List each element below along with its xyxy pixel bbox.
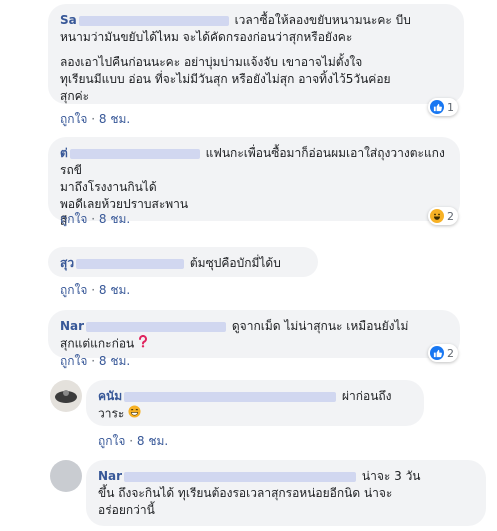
redacted-name xyxy=(78,15,229,26)
comment-line: สุกแต่แกะก่อน xyxy=(60,334,448,353)
comment-text: น่าจะ 3 วัน xyxy=(361,469,421,483)
separator: · xyxy=(91,283,99,297)
grinning-face-icon xyxy=(128,405,141,423)
reaction-number: 1 xyxy=(447,100,454,114)
comment-actions: ถูกใจ · 8 ชม. xyxy=(60,352,130,371)
comment-bubble: Sa เวลาซื้อให้ลองขยับหนามนะคะ บีบ หนามว่… xyxy=(48,4,464,104)
comment-bubble: Nar ดูจากเม็ด ไม่น่าสุกนะ เหมือนยังไม่ ส… xyxy=(48,310,460,358)
reaction-count[interactable]: 2 xyxy=(428,207,458,225)
comment-text: หนามว่ามันขยับได้ไหม จะได้คัดกรองก่อนว่า… xyxy=(60,30,353,44)
reaction-count[interactable]: 1 xyxy=(428,98,458,116)
comment-line: ต่ แฟนกะเพื่อนซื้อมาก็อ่อนผมเอาใส่ถุงวาง… xyxy=(60,145,448,179)
comment-text: มาถึงโรงงานกินได้ xyxy=(60,180,157,194)
redacted-name xyxy=(86,321,227,332)
redacted-name xyxy=(124,471,357,482)
question-mark-icon xyxy=(138,334,148,353)
comment-line: Nar ดูจากเม็ด ไม่น่าสุกนะ เหมือนยังไม่ xyxy=(60,318,448,335)
comment-text: ดูจากเม็ด ไม่น่าสุกนะ เหมือนยังไม่ xyxy=(231,319,409,333)
comment-actions: ถูกใจ · 8 ชม. xyxy=(60,281,130,300)
avatar[interactable] xyxy=(50,380,82,412)
timestamp[interactable]: 8 ชม. xyxy=(99,112,130,126)
comment-bubble: สุว ต้มซุปคือบักมี่ได้บ xyxy=(48,247,318,277)
comment-line: Sa เวลาซื้อให้ลองขยับหนามนะคะ บีบ xyxy=(60,12,452,29)
comment-text: วาระ xyxy=(98,406,125,421)
comment-text: ลองเอาไปคืนก่อนนะคะ อย่าบุ่มบ่ามแจ้งจับ … xyxy=(60,55,363,69)
comment-line: สุว ต้มซุปคือบักมี่ได้บ xyxy=(60,255,306,272)
timestamp[interactable]: 8 ชม. xyxy=(137,434,168,448)
comment-text: ทุเรียนมีแบบ อ่อน ที่จะไม่มีวันสุก หรือย… xyxy=(60,72,391,86)
reaction-number: 2 xyxy=(447,209,454,223)
like-link[interactable]: ถูกใจ xyxy=(60,354,87,368)
comment-bubble: คนัม ผ่าก่อนถึง วาระ xyxy=(86,380,424,426)
comment-line: Nar น่าจะ 3 วัน xyxy=(98,468,474,485)
commenter-name[interactable]: สุว xyxy=(60,256,74,270)
comment-text: สุกแต่แกะก่อน xyxy=(60,336,135,351)
comment-text: ขึ้น ถึงจะกินได้ ทุเรียนต้องรอเวลาสุกรอห… xyxy=(98,486,393,500)
commenter-name[interactable]: Nar xyxy=(60,319,84,333)
commenter-name[interactable]: Sa xyxy=(60,13,77,27)
comment-line: วาระ xyxy=(98,405,412,423)
reaction-number: 2 xyxy=(447,346,454,360)
separator: · xyxy=(91,112,99,126)
comment-actions: ถูกใจ · 8 ชม. xyxy=(60,210,130,229)
comment-actions: ถูกใจ · 8 ชม. xyxy=(98,432,168,451)
timestamp[interactable]: 8 ชม. xyxy=(99,283,130,297)
commenter-name[interactable]: คนัม xyxy=(98,389,122,403)
redacted-name xyxy=(76,258,185,269)
like-icon xyxy=(430,346,444,360)
haha-icon xyxy=(430,209,444,223)
redacted-name xyxy=(69,148,200,159)
commenter-name[interactable]: ต่ xyxy=(60,146,68,160)
like-link[interactable]: ถูกใจ xyxy=(60,212,87,226)
timestamp[interactable]: 8 ชม. xyxy=(99,354,130,368)
comment-bubble: Nar น่าจะ 3 วัน ขึ้น ถึงจะกินได้ ทุเรียน… xyxy=(86,460,486,526)
separator: · xyxy=(91,212,99,226)
comment-text: ต้มซุปคือบักมี่ได้บ xyxy=(189,256,281,270)
like-link[interactable]: ถูกใจ xyxy=(60,283,87,297)
like-link[interactable]: ถูกใจ xyxy=(60,112,87,126)
comment-line: คนัม ผ่าก่อนถึง xyxy=(98,388,412,405)
comment-actions: ถูกใจ · 8 ชม. xyxy=(60,110,130,129)
redacted-name xyxy=(124,391,337,402)
comment-text: อร่อยกว่านี้ xyxy=(98,503,155,517)
like-icon xyxy=(430,100,444,114)
avatar[interactable] xyxy=(50,460,82,492)
like-link[interactable]: ถูกใจ xyxy=(98,434,125,448)
timestamp[interactable]: 8 ชม. xyxy=(99,212,130,226)
comment-text: ผ่าก่อนถึง xyxy=(341,389,392,403)
reaction-count[interactable]: 2 xyxy=(428,344,458,362)
comment-text: สุกค่ะ xyxy=(60,89,90,103)
separator: · xyxy=(91,354,99,368)
comment-bubble: ต่ แฟนกะเพื่อนซื้อมาก็อ่อนผมเอาใส่ถุงวาง… xyxy=(48,137,460,228)
separator: · xyxy=(129,434,137,448)
comment-text: เวลาซื้อให้ลองขยับหนามนะคะ บีบ xyxy=(234,13,411,27)
commenter-name[interactable]: Nar xyxy=(98,469,122,483)
